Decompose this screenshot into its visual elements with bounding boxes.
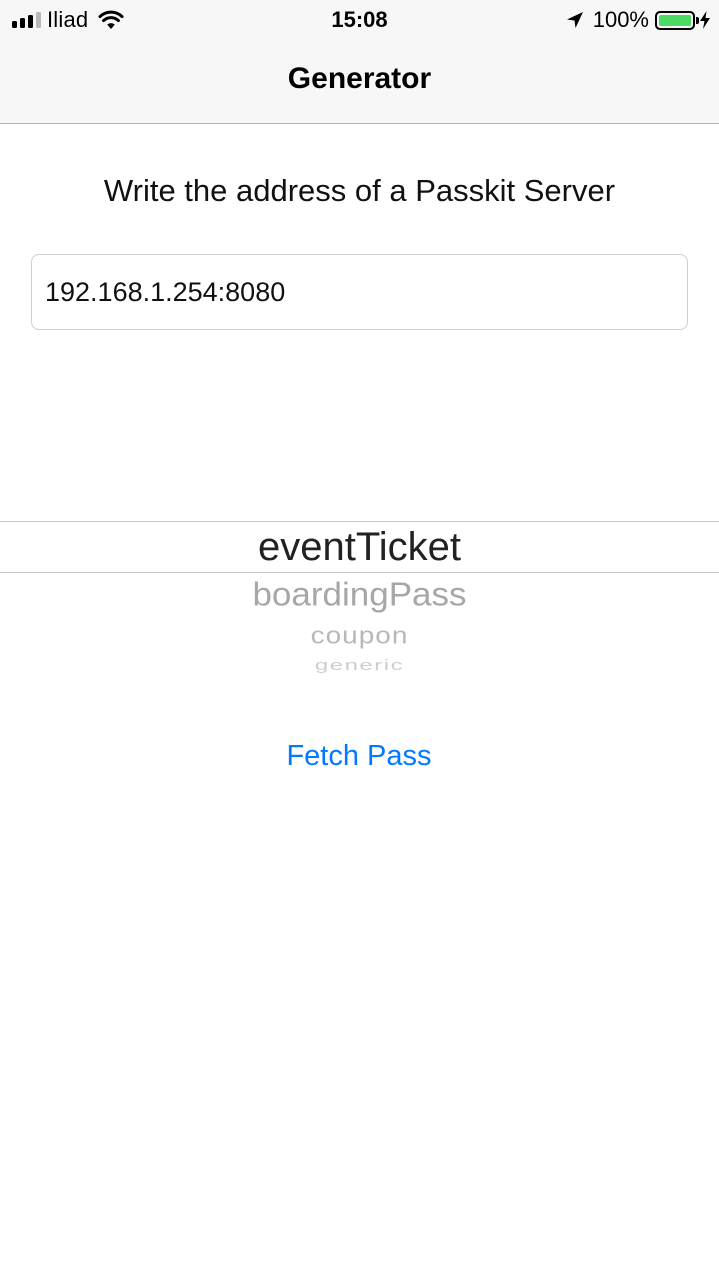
picker-option-boarding-pass[interactable]: boardingPass (0, 576, 719, 614)
picker-selection-line-bottom (0, 572, 719, 573)
charging-bolt-icon (700, 11, 710, 29)
picker-option-coupon[interactable]: coupon (0, 622, 719, 649)
screen: Iliad 15:08 100% Generator Write the add… (0, 0, 719, 1280)
navigation-bar: Generator (0, 40, 719, 124)
battery-icon (655, 10, 699, 30)
picker-option-event-ticket[interactable]: eventTicket (0, 525, 719, 570)
fetch-pass-button[interactable]: Fetch Pass (259, 732, 459, 780)
picker-selection-line-top (0, 521, 719, 522)
battery-fill (659, 14, 691, 26)
picker-option-generic[interactable]: generic (0, 658, 719, 675)
location-arrow-icon (566, 12, 583, 28)
server-address-input[interactable] (31, 254, 688, 330)
instruction-label: Write the address of a Passkit Server (103, 173, 616, 208)
status-right: 100% (565, 7, 711, 33)
battery-nub (696, 16, 699, 24)
battery-percent: 100% (592, 7, 649, 32)
status-bar: Iliad 15:08 100% (0, 0, 719, 40)
page-title: Generator (287, 62, 432, 95)
pass-type-picker[interactable]: eventTicket boardingPass coupon generic (0, 480, 719, 690)
